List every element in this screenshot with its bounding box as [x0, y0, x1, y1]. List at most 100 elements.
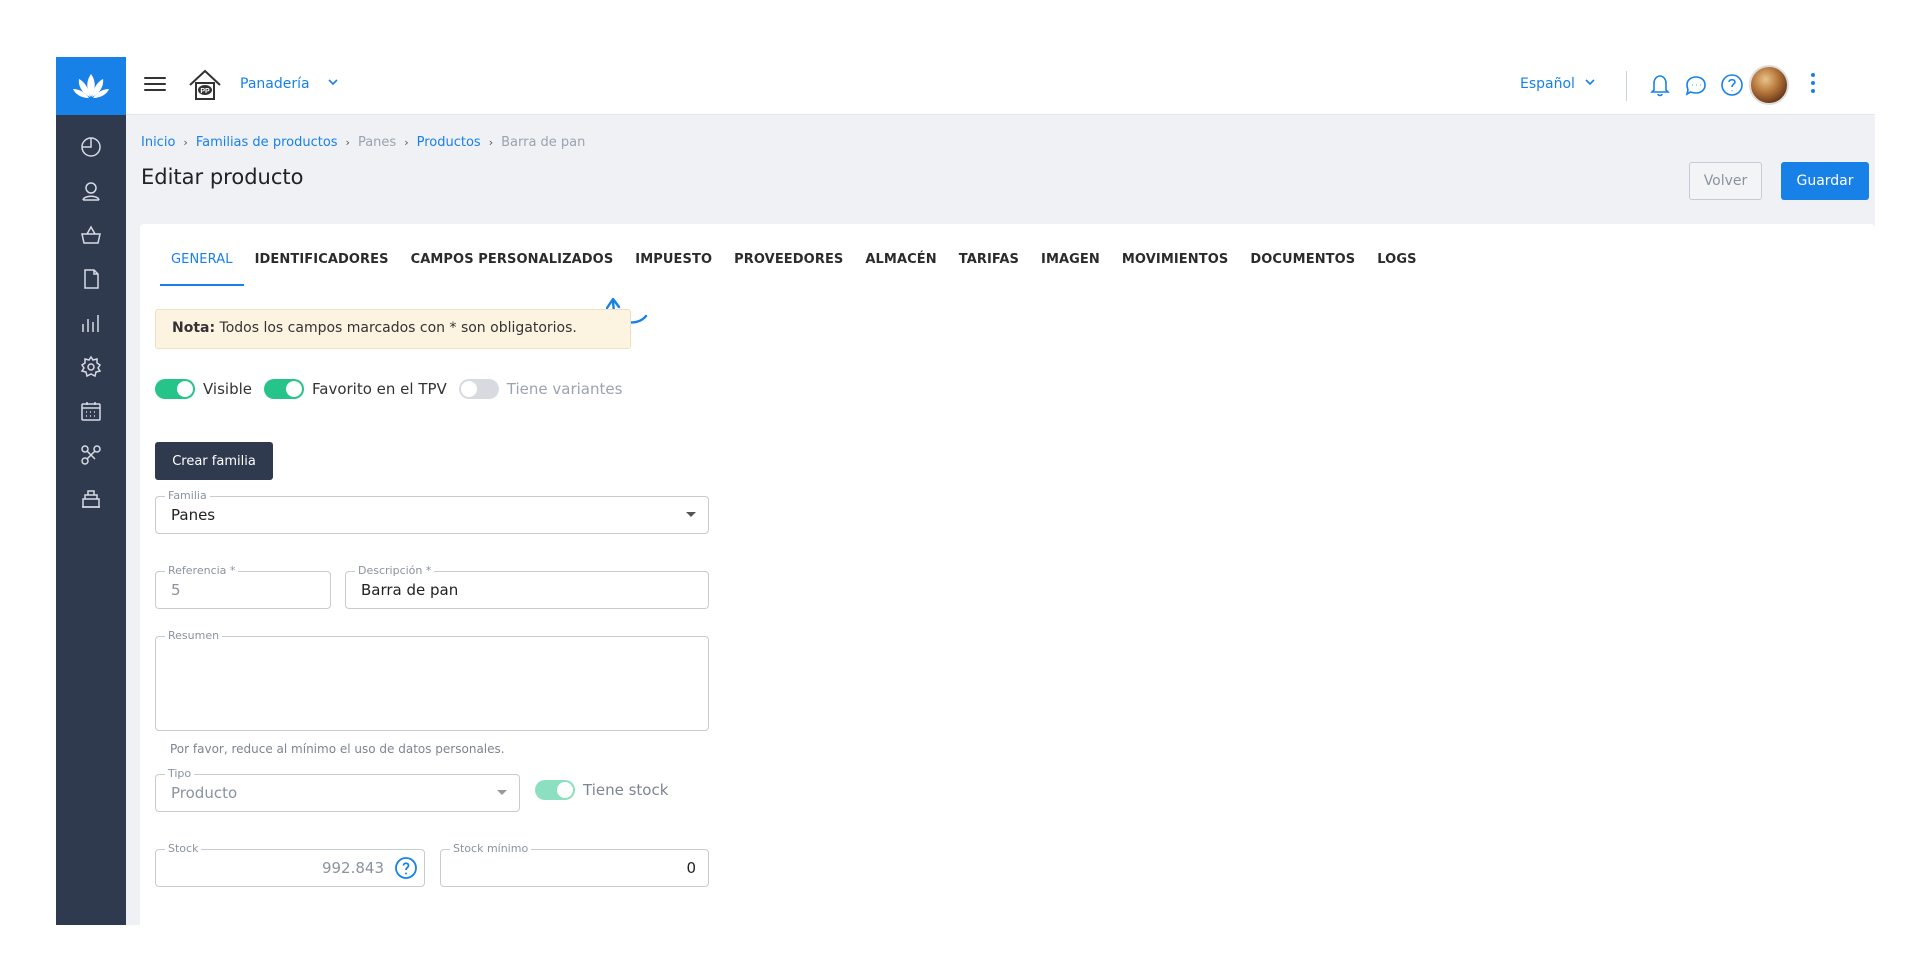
question-icon[interactable]: [394, 856, 418, 880]
document-icon: [84, 269, 99, 289]
breadcrumb-item-panes: Panes: [357, 135, 397, 150]
question-icon: [1721, 74, 1743, 96]
tab-campos-personalizados[interactable]: CAMPOS PERSONALIZADOS: [400, 252, 625, 286]
caret-down-icon: [686, 512, 696, 517]
tipo-label: Tipo: [165, 767, 195, 780]
help-button[interactable]: [1718, 71, 1746, 99]
breadcrumb-item-productos[interactable]: Productos: [417, 135, 481, 150]
app-logo[interactable]: [56, 57, 126, 115]
chevron-down-icon[interactable]: [326, 75, 340, 89]
sidebar-item-documents[interactable]: [56, 257, 126, 301]
messages-button[interactable]: [1682, 71, 1710, 99]
sidebar-item-calendar[interactable]: [56, 389, 126, 433]
tipo-value: Producto: [171, 784, 238, 802]
referencia-value: 5: [171, 581, 181, 599]
breadcrumb: Inicio › Familias de productos › Panes ›…: [141, 135, 585, 150]
stock-value: 992.843: [321, 859, 384, 877]
sidebar-item-tpv[interactable]: [56, 477, 126, 521]
tiene-stock-toggle[interactable]: [535, 780, 575, 800]
tab-imagen[interactable]: IMAGEN: [1030, 252, 1111, 286]
pie-chart-icon: [81, 137, 101, 157]
tiene-stock-toggle-group: Tiene stock: [535, 780, 680, 800]
notifications-button[interactable]: [1646, 71, 1674, 99]
tab-tarifas[interactable]: TARIFAS: [948, 252, 1030, 286]
breadcrumb-separator: ›: [183, 136, 188, 149]
avatar[interactable]: [1749, 65, 1789, 105]
product-form-card: GENERAL IDENTIFICADORES CAMPOS PERSONALI…: [140, 224, 1875, 925]
visible-toggle[interactable]: [155, 379, 195, 399]
stock-minimo-value: 0: [686, 859, 696, 877]
tab-movimientos[interactable]: MOVIMIENTOS: [1111, 252, 1239, 286]
chevron-down-icon[interactable]: [1583, 75, 1597, 89]
more-options-icon[interactable]: [1811, 73, 1817, 97]
chat-icon: [1685, 76, 1706, 96]
topbar: PP Panadería Español: [126, 57, 1875, 115]
menu-toggle-icon[interactable]: [144, 73, 166, 95]
favorite-tpv-label: Favorito en el TPV: [312, 380, 447, 398]
sidebar-item-settings[interactable]: [56, 345, 126, 389]
variants-toggle[interactable]: [458, 379, 499, 399]
tab-logs[interactable]: LOGS: [1366, 252, 1427, 286]
caret-down-icon: [497, 790, 507, 795]
descripcion-label: Descripción *: [355, 564, 435, 577]
familia-label: Familia: [165, 489, 210, 502]
stock-field[interactable]: Stock 992.843: [155, 842, 425, 887]
required-fields-note: Nota: Todos los campos marcados con * so…: [155, 309, 631, 349]
bar-chart-icon: [82, 315, 99, 332]
svg-text:PP: PP: [200, 88, 210, 95]
tab-impuesto[interactable]: IMPUESTO: [624, 252, 723, 286]
user-icon: [82, 182, 100, 201]
create-family-button[interactable]: Crear familia: [155, 442, 273, 480]
connections-icon: [81, 445, 101, 465]
page-title: Editar producto: [141, 165, 304, 189]
save-button[interactable]: Guardar: [1781, 162, 1869, 200]
bell-icon: [1650, 75, 1670, 97]
breadcrumb-item-inicio[interactable]: Inicio: [141, 135, 175, 150]
note-label: Nota:: [172, 320, 216, 336]
sidebar: [56, 57, 126, 925]
tipo-select[interactable]: Tipo Producto: [155, 767, 520, 812]
resumen-hint: Por favor, reduce al mínimo el uso de da…: [170, 742, 505, 756]
app-shell: PP Panadería Español Inicio › Familias d…: [56, 57, 1875, 925]
tab-general[interactable]: GENERAL: [160, 252, 244, 286]
familia-value: Panes: [171, 506, 216, 524]
referencia-field[interactable]: Referencia * 5: [155, 564, 331, 609]
shop-logo: PP: [189, 69, 221, 100]
divider: [1626, 71, 1627, 101]
tab-almacen[interactable]: ALMACÉN: [854, 252, 947, 286]
stock-label: Stock: [165, 842, 202, 855]
descripcion-field[interactable]: Descripción * Barra de pan: [345, 564, 709, 609]
resumen-textarea[interactable]: Resumen: [155, 629, 709, 731]
back-button[interactable]: Volver: [1689, 162, 1762, 200]
breadcrumb-separator: ›: [404, 136, 409, 149]
sidebar-item-reports[interactable]: [56, 301, 126, 345]
breadcrumb-separator: ›: [345, 136, 350, 149]
basket-icon: [81, 225, 101, 244]
tab-bar: GENERAL IDENTIFICADORES CAMPOS PERSONALI…: [160, 252, 1428, 286]
sidebar-item-shop[interactable]: [56, 213, 126, 257]
product-toggles: Visible Favorito en el TPV Tiene variant…: [155, 379, 634, 399]
familia-select[interactable]: Familia Panes: [155, 489, 709, 534]
cash-register-icon: [82, 490, 100, 508]
tab-identificadores[interactable]: IDENTIFICADORES: [244, 252, 400, 286]
gear-icon: [80, 355, 102, 378]
tab-documentos[interactable]: DOCUMENTOS: [1239, 252, 1366, 286]
resumen-label: Resumen: [165, 629, 223, 642]
note-text: Todos los campos marcados con * son obli…: [215, 320, 577, 336]
sidebar-item-dashboard[interactable]: [56, 125, 126, 169]
leaf-logo-icon: [73, 74, 109, 98]
tab-proveedores[interactable]: PROVEEDORES: [723, 252, 854, 286]
favorite-tpv-toggle[interactable]: [264, 379, 304, 399]
sidebar-item-integrations[interactable]: [56, 433, 126, 477]
shop-selector-label[interactable]: Panadería: [240, 76, 310, 92]
descripcion-value: Barra de pan: [361, 581, 459, 599]
stock-minimo-label: Stock mínimo: [450, 842, 532, 855]
breadcrumb-item-familias[interactable]: Familias de productos: [196, 135, 338, 150]
stock-minimo-field[interactable]: Stock mínimo 0: [440, 842, 709, 887]
sidebar-item-clients[interactable]: [56, 169, 126, 213]
visible-label: Visible: [203, 380, 252, 398]
variants-label: Tiene variantes: [506, 380, 623, 398]
referencia-label: Referencia *: [165, 564, 239, 577]
tiene-stock-label: Tiene stock: [583, 781, 669, 799]
language-selector[interactable]: Español: [1520, 76, 1575, 92]
